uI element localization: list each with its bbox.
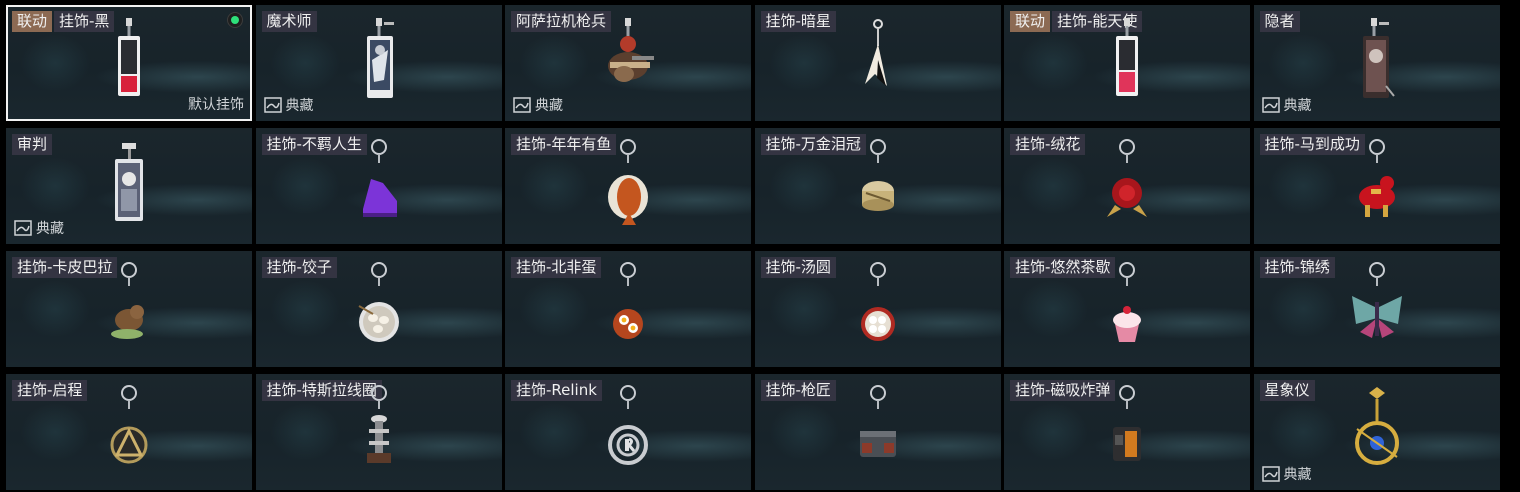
charm-name: 挂饰-汤圆: [760, 257, 836, 278]
charm-card[interactable]: 挂饰-年年有鱼: [505, 128, 751, 244]
charm-title: 魔术师: [261, 11, 317, 32]
collection-badge: 典藏: [14, 218, 64, 238]
dumplings-charm-icon: [349, 262, 409, 356]
charm-card[interactable]: 挂饰-马到成功: [1253, 128, 1500, 244]
fish-plate-charm-icon: [598, 139, 658, 233]
collection-label: 典藏: [285, 98, 314, 114]
charm-card[interactable]: 联动 挂饰-黑默认挂饰: [6, 5, 252, 121]
charm-card[interactable]: 挂饰-汤圆: [754, 251, 1001, 367]
tangyuan-charm-icon: [848, 262, 908, 356]
charm-card[interactable]: 挂饰-枪匠: [754, 374, 1001, 490]
collection-badge: 典藏: [1261, 464, 1312, 484]
charm-card[interactable]: 挂饰-暗星: [754, 5, 1001, 121]
charm-name: 挂饰-北非蛋: [511, 257, 602, 278]
dark-star-charm-icon: [853, 16, 903, 110]
collection-label: 典藏: [535, 98, 563, 114]
collab-tag: 联动: [12, 11, 53, 32]
charm-name: 星象仪: [1259, 380, 1315, 401]
collection-badge: 典藏: [263, 95, 314, 115]
charm-card[interactable]: 星象仪典藏: [1253, 374, 1500, 490]
charm-name: 魔术师: [261, 11, 317, 32]
magnetic-bomb-charm-icon: [1097, 385, 1157, 479]
charm-name: 挂饰-Relink: [511, 380, 602, 401]
red-flower-charm-icon: [1097, 139, 1157, 233]
charm-title: 星象仪: [1259, 380, 1315, 401]
charm-card[interactable]: 阿萨拉机枪兵 典藏: [505, 5, 751, 121]
astrolabe-charm-icon: [1347, 385, 1407, 479]
collection-label: 典藏: [1283, 98, 1312, 114]
charm-card[interactable]: 挂饰-Relink: [505, 374, 751, 490]
equipped-indicator-icon: [227, 12, 243, 28]
charm-title: 挂饰-启程: [12, 380, 88, 401]
charm-title: 联动 挂饰-黑: [12, 11, 115, 32]
charm-card[interactable]: 审判典藏: [6, 128, 252, 244]
collection-icon: [513, 97, 531, 113]
black-card-charm-icon: [104, 16, 154, 110]
charm-card[interactable]: 魔术师典藏: [255, 5, 502, 121]
charm-title: 挂饰-汤圆: [760, 257, 836, 278]
shakshuka-charm-icon: [598, 262, 658, 356]
charm-card[interactable]: 联动 挂饰-能天使: [1004, 5, 1250, 121]
exusiai-card-charm-icon: [1102, 16, 1152, 110]
tesla-coil-charm-icon: [349, 385, 409, 479]
charm-card[interactable]: 隐者典藏: [1253, 5, 1500, 121]
purple-sneaker-charm-icon: [349, 139, 409, 233]
collection-icon: [1261, 466, 1280, 482]
triangle-medal-charm-icon: [99, 385, 159, 479]
charm-name: 挂饰-枪匠: [760, 380, 836, 401]
charm-card[interactable]: 挂饰-特斯拉线圈: [255, 374, 502, 490]
charm-card[interactable]: 挂饰-绒花: [1004, 128, 1250, 244]
charm-title: 挂饰-Relink: [511, 380, 602, 401]
collab-tag: 联动: [1010, 11, 1051, 32]
charm-name: 审判: [12, 134, 53, 155]
relink-emblem-charm-icon: [598, 385, 658, 479]
butterfly-charm-icon: [1342, 262, 1412, 356]
charm-card[interactable]: 挂饰-悠然茶歇: [1004, 251, 1250, 367]
collection-icon: [14, 220, 32, 236]
capybara-charm-icon: [99, 262, 159, 356]
red-horse-charm-icon: [1347, 139, 1407, 233]
gold-crown-charm-icon: [848, 139, 908, 233]
charm-title: 挂饰-北非蛋: [511, 257, 602, 278]
charm-card[interactable]: 挂饰-磁吸炸弹: [1004, 374, 1250, 490]
charm-name: 挂饰-锦绣: [1259, 257, 1335, 278]
charm-card[interactable]: 挂饰-启程: [6, 374, 252, 490]
collection-badge: 典藏: [513, 95, 563, 115]
charm-grid: 联动 挂饰-黑 默认挂饰 魔术师 典藏 阿萨拉机枪兵 典藏 挂饰-暗星 联动 挂饰-能天使 隐者 典藏…: [6, 5, 1500, 491]
charm-title: 挂饰-枪匠: [760, 380, 836, 401]
charm-name: 挂饰-饺子: [261, 257, 337, 278]
collection-icon: [263, 97, 282, 113]
charm-card[interactable]: 挂饰-卡皮巴拉: [6, 251, 252, 367]
default-charm-label: 默认挂饰: [188, 97, 244, 113]
charm-title: 隐者: [1259, 11, 1300, 32]
gunsmith-box-charm-icon: [848, 385, 908, 479]
judgement-card-charm-icon: [104, 139, 154, 233]
charm-title: 挂饰-绒花: [1010, 134, 1086, 155]
charm-title: 挂饰-暗星: [760, 11, 836, 32]
hermit-card-charm-icon: [1352, 16, 1402, 110]
charm-title: 审判: [12, 134, 53, 155]
charm-name: 挂饰-暗星: [760, 11, 836, 32]
charm-card[interactable]: 挂饰-饺子: [255, 251, 502, 367]
charm-title: 挂饰-锦绣: [1259, 257, 1335, 278]
collection-label: 典藏: [36, 221, 64, 237]
gunner-figure-charm-icon: [596, 16, 660, 110]
charm-card[interactable]: 挂饰-锦绣: [1253, 251, 1500, 367]
charm-name: 挂饰-启程: [12, 380, 88, 401]
charm-card[interactable]: 挂饰-万金泪冠: [754, 128, 1001, 244]
cupcake-charm-icon: [1097, 262, 1157, 356]
collection-icon: [1261, 97, 1280, 113]
charm-name: 挂饰-绒花: [1010, 134, 1086, 155]
magician-card-charm-icon: [354, 16, 404, 110]
charm-card[interactable]: 挂饰-不羁人生: [255, 128, 502, 244]
collection-badge: 典藏: [1261, 95, 1312, 115]
collection-label: 典藏: [1283, 467, 1312, 483]
charm-card[interactable]: 挂饰-北非蛋: [505, 251, 751, 367]
charm-name: 隐者: [1259, 11, 1300, 32]
charm-title: 挂饰-饺子: [261, 257, 337, 278]
